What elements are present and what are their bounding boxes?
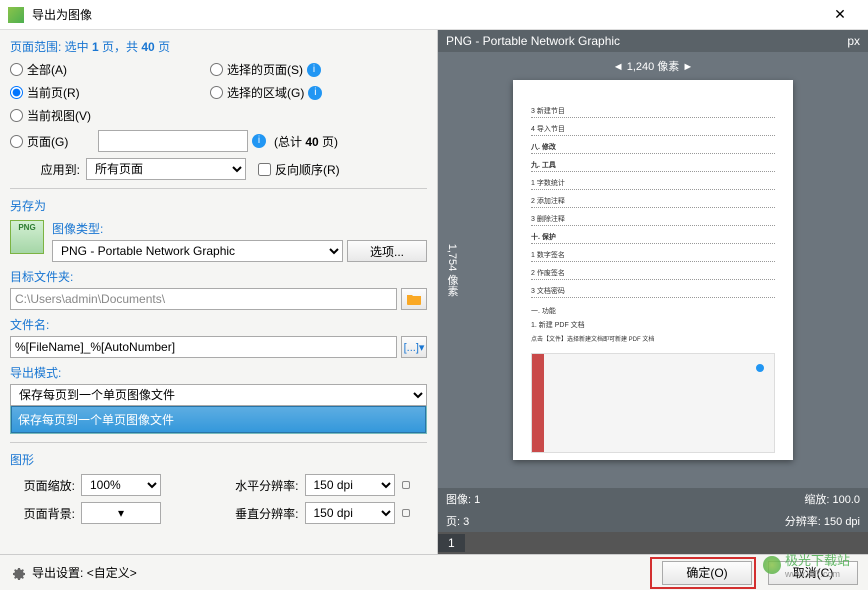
hres-select[interactable]: 150 dpi xyxy=(305,474,395,496)
radio-selected-area[interactable]: 选择的区域(G)i xyxy=(210,84,322,101)
page-zoom-select[interactable]: 100% xyxy=(81,474,161,496)
png-format-icon: PNG xyxy=(10,220,44,254)
dest-folder-input[interactable] xyxy=(10,288,397,310)
vres-label: 垂直分辨率: xyxy=(219,505,299,522)
page-zoom-label: 页面缩放: xyxy=(10,477,75,494)
info-icon: i xyxy=(307,63,321,77)
preview-area: ◄ 1,240 像素 ► 1,754 像素 3 新建节目 4 导入节目 八. 修… xyxy=(438,52,868,488)
vres-select[interactable]: 150 dpi xyxy=(305,502,395,524)
reverse-order-checkbox[interactable]: 反向顺序(R) xyxy=(258,161,340,178)
page-bg-picker[interactable]: ▾ xyxy=(81,502,161,524)
export-mode-dropdown: 保存每页到一个单页图像文件 xyxy=(10,405,427,434)
window-title: 导出为图像 xyxy=(32,6,820,23)
options-button[interactable]: 选项... xyxy=(347,240,427,262)
preview-footer: 图像: 1缩放: 100.0 xyxy=(438,488,868,510)
page-indicator[interactable]: 1 xyxy=(438,534,465,552)
cancel-button[interactable]: 取消(C) xyxy=(768,561,858,585)
hres-label: 水平分辨率: xyxy=(219,477,299,494)
page-range-label: 页面范围: 选中 1 页，共 40 页 xyxy=(10,38,427,55)
radio-all[interactable]: 全部(A) xyxy=(10,61,192,78)
export-settings-text: 导出设置: <自定义> xyxy=(32,564,650,581)
page-bg-label: 页面背景: xyxy=(10,505,75,522)
link-resolution-icon[interactable] xyxy=(399,481,413,489)
radio-pages[interactable]: 页面(G) xyxy=(10,133,80,150)
export-mode-option[interactable]: 保存每页到一个单页图像文件 xyxy=(11,406,426,433)
radio-current-view[interactable]: 当前视图(V) xyxy=(10,107,91,124)
filename-label: 文件名: xyxy=(10,316,427,333)
pages-input[interactable] xyxy=(98,130,248,152)
export-mode-label: 导出模式: xyxy=(10,364,427,381)
preview-width-label: ◄ 1,240 像素 ► xyxy=(613,58,694,74)
graphics-label: 图形 xyxy=(10,451,427,468)
filename-macro-button[interactable]: [...]▾ xyxy=(401,336,427,358)
link-resolution-icon[interactable] xyxy=(399,509,413,517)
preview-height-label: 1,754 像素 xyxy=(444,244,460,297)
ok-highlight-box: 确定(O) xyxy=(650,557,756,589)
apply-to-select[interactable]: 所有页面 xyxy=(86,158,246,180)
info-icon: i xyxy=(252,134,266,148)
ok-button[interactable]: 确定(O) xyxy=(662,561,752,585)
close-icon[interactable]: ✕ xyxy=(820,6,860,23)
preview-header: PNG - Portable Network Graphicpx xyxy=(438,30,868,52)
image-type-select[interactable]: PNG - Portable Network Graphic xyxy=(52,240,343,262)
gear-icon[interactable] xyxy=(10,565,26,581)
folder-icon xyxy=(407,293,421,305)
browse-folder-button[interactable] xyxy=(401,288,427,310)
radio-selected-pages[interactable]: 选择的页面(S)i xyxy=(210,61,321,78)
bottom-bar: 导出设置: <自定义> 确定(O) 取消(C) xyxy=(0,554,868,590)
pages-total: (总计 40 页) xyxy=(274,133,338,150)
image-type-label: 图像类型: xyxy=(52,220,427,237)
radio-current-page[interactable]: 当前页(R) xyxy=(10,84,192,101)
app-icon xyxy=(8,7,24,23)
save-as-label: 另存为 xyxy=(10,197,427,214)
preview-footer-2: 页: 3分辨率: 150 dpi xyxy=(438,510,868,532)
dest-folder-label: 目标文件夹: xyxy=(10,268,427,285)
info-icon: i xyxy=(308,86,322,100)
titlebar: 导出为图像 ✕ xyxy=(0,0,868,30)
apply-to-label: 应用到: xyxy=(10,161,80,178)
preview-page: 3 新建节目 4 导入节目 八. 修改 九. 工具 1 字数统计 2 添加注释 … xyxy=(513,80,793,460)
export-mode-select[interactable]: 保存每页到一个单页图像文件 xyxy=(10,384,427,406)
filename-input[interactable] xyxy=(10,336,397,358)
